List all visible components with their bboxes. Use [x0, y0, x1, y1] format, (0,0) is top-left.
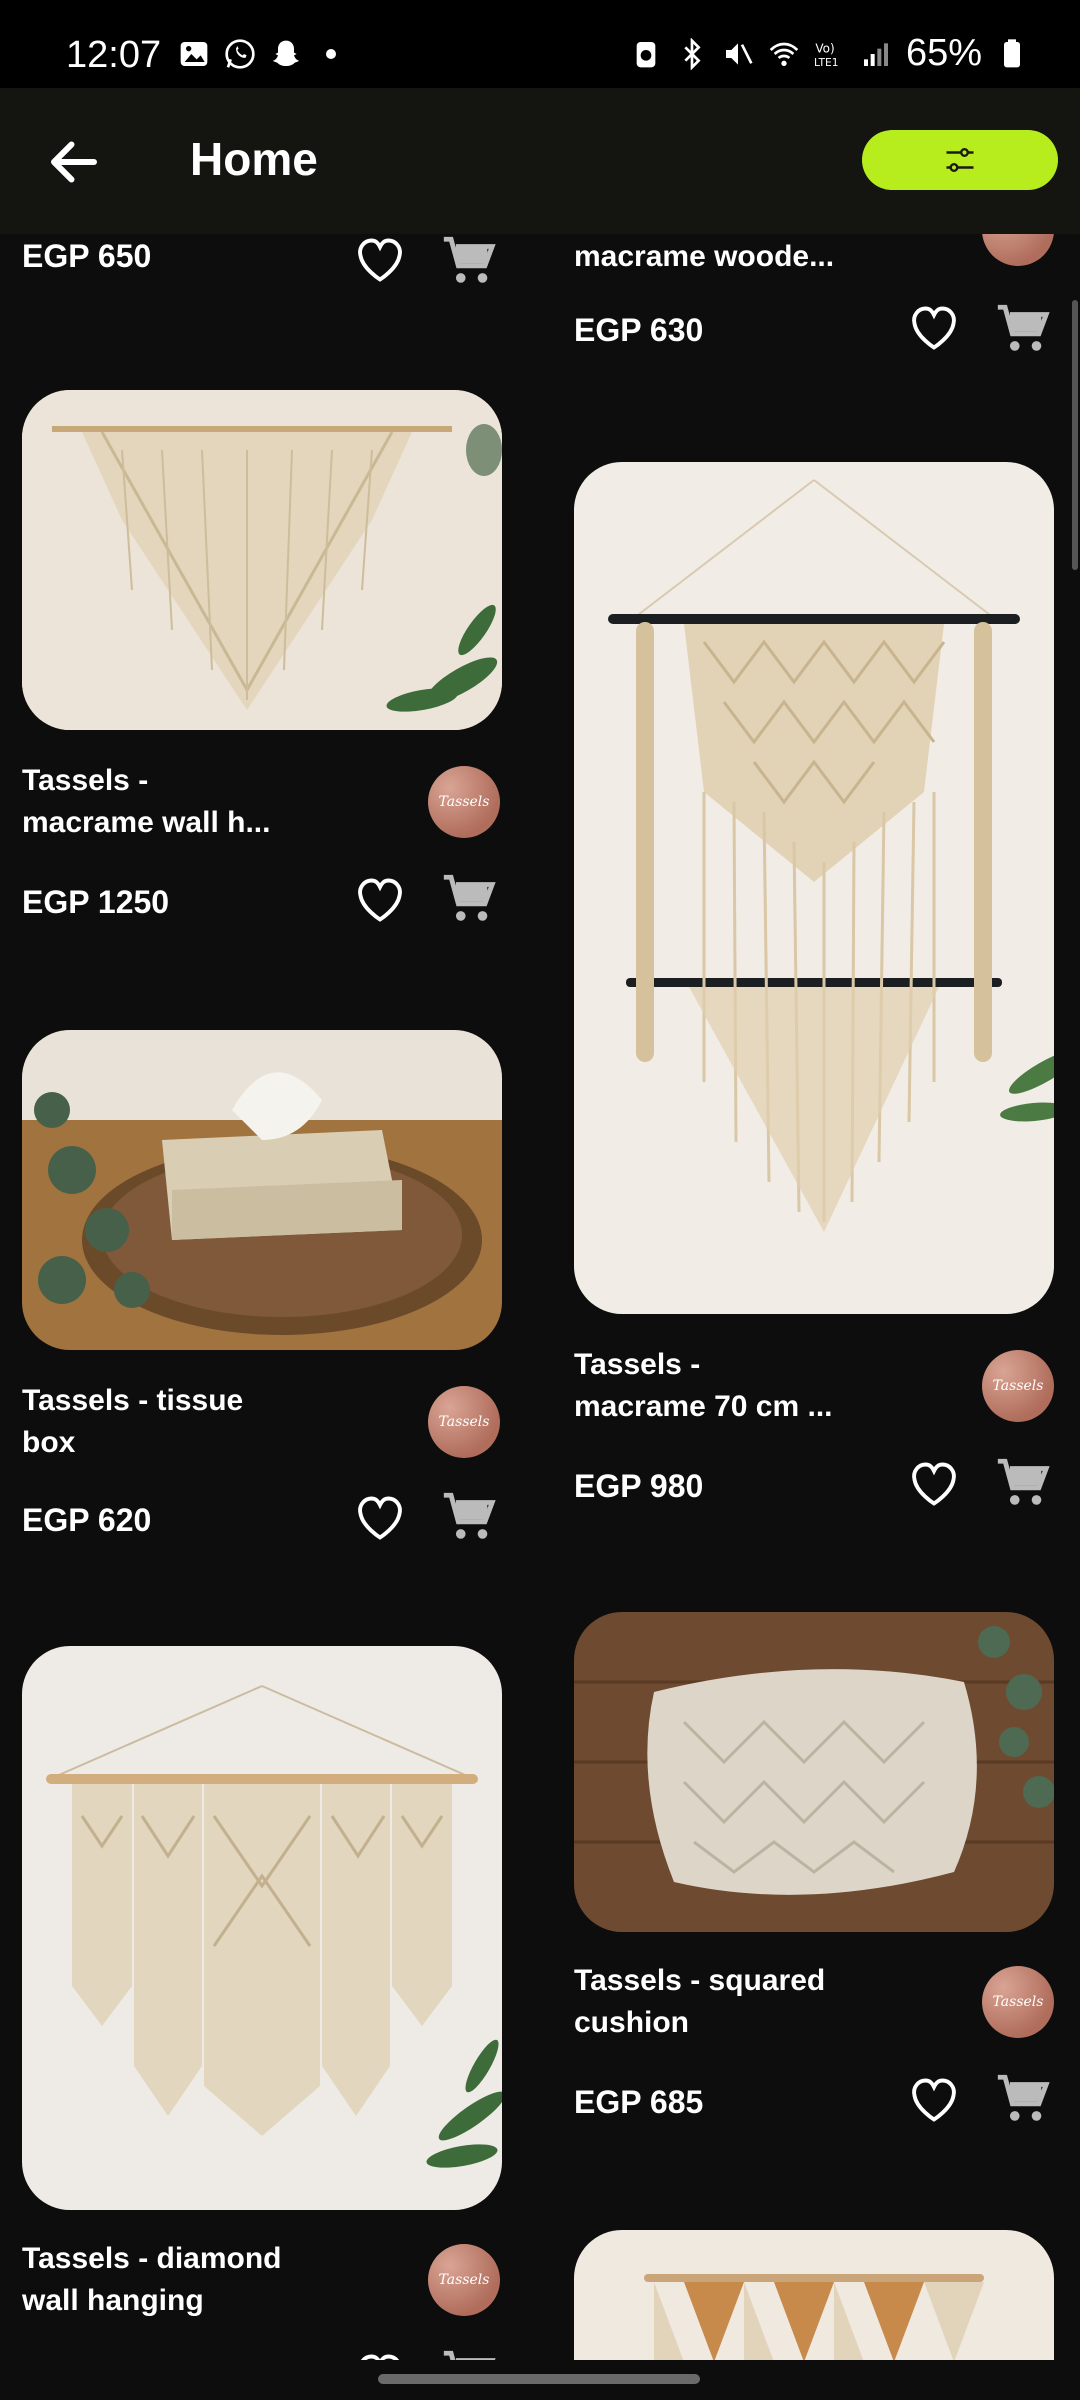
- product-image[interactable]: [22, 390, 502, 730]
- heart-icon[interactable]: [906, 2074, 962, 2126]
- whatsapp-icon: [225, 39, 255, 69]
- product-price: EGP 650: [22, 238, 152, 274]
- status-time: 12:07: [66, 34, 162, 76]
- battery-icon: [1004, 38, 1020, 67]
- shop-avatar[interactable]: Tassels: [428, 1386, 500, 1458]
- cart-icon[interactable]: [992, 2070, 1052, 2128]
- shop-avatar[interactable]: Tassels: [982, 1966, 1054, 2038]
- product-name: Tassels - macrame 70 cm ...: [574, 1344, 874, 1428]
- cart-icon[interactable]: [992, 1454, 1052, 1512]
- page-title: Home: [190, 133, 318, 185]
- svg-text:LTE1: LTE1: [814, 56, 839, 69]
- product-name-line: wall hanging: [22, 2284, 204, 2317]
- heart-icon[interactable]: [906, 1458, 962, 1510]
- product-name-line: Tassels - diamond: [22, 2242, 282, 2275]
- system-icons: Vo) LTE1 65%: [630, 32, 1028, 75]
- product-price: EGP 630: [574, 312, 704, 348]
- scrollbar[interactable]: [1072, 300, 1078, 570]
- product-image[interactable]: [574, 1612, 1054, 1932]
- product-name: Tassels - macrame wall h...: [22, 760, 322, 844]
- product-image[interactable]: [574, 2230, 1054, 2360]
- bluetooth-icon: [684, 37, 701, 70]
- signal-icon: [863, 42, 888, 66]
- battery-percent: 65%: [905, 32, 982, 74]
- product-image[interactable]: [22, 1030, 502, 1350]
- product-image[interactable]: [574, 462, 1054, 1314]
- status-bar: 12:07 Vo) LTE1 65%: [0, 0, 1080, 88]
- product-name-line: cushion: [574, 2006, 690, 2039]
- cart-icon[interactable]: [438, 234, 498, 290]
- heart-icon[interactable]: [352, 2350, 408, 2360]
- product-name-line: macrame 70 cm ...: [574, 1390, 833, 1423]
- product-name-line: Tassels -: [22, 764, 149, 797]
- back-arrow-icon[interactable]: [44, 132, 104, 192]
- heart-icon[interactable]: [906, 302, 962, 354]
- home-indicator[interactable]: [378, 2374, 700, 2384]
- product-price: EGP 980: [574, 1468, 704, 1504]
- shop-avatar-logo: Tassels: [993, 234, 1044, 238]
- product-image[interactable]: [22, 1646, 502, 2210]
- cart-icon[interactable]: [992, 300, 1052, 358]
- cart-icon[interactable]: [438, 1488, 498, 1546]
- product-name-line: Tassels - squared: [574, 1964, 826, 1997]
- heart-icon[interactable]: [352, 874, 408, 926]
- heart-icon[interactable]: [352, 1492, 408, 1544]
- notification-icons: [178, 38, 336, 70]
- shop-avatar-logo: Tassels: [438, 1414, 490, 1430]
- product-name-line: Tassels -: [574, 1348, 701, 1381]
- product-name-line: macrame wall h...: [22, 806, 271, 839]
- gallery-icon: [180, 42, 208, 66]
- svg-text:Vo): Vo): [815, 41, 834, 55]
- cart-icon[interactable]: [438, 2346, 498, 2360]
- shop-avatar-logo: Tassels: [992, 1378, 1044, 1394]
- wifi-icon: [769, 42, 799, 66]
- shop-avatar[interactable]: Tassels: [428, 766, 500, 838]
- product-name-line: Tassels - tissue: [22, 1384, 244, 1417]
- more-notifications-dot: [326, 49, 336, 59]
- product-price: EGP 620: [22, 1502, 152, 1538]
- heart-icon[interactable]: [352, 234, 408, 286]
- app-bar: Home: [0, 88, 1080, 234]
- cart-icon[interactable]: [438, 870, 498, 928]
- product-price: EGP 1250: [22, 884, 170, 920]
- product-name: Tassels - tissue box: [22, 1380, 322, 1464]
- product-name-line: box: [22, 1426, 76, 1459]
- shop-avatar-logo: Tassels: [438, 794, 490, 810]
- product-price: EGP 685: [574, 2084, 704, 2120]
- volte-icon: Vo)LTE1: [814, 41, 839, 69]
- shop-avatar[interactable]: Tassels: [982, 234, 1054, 266]
- sliders-icon: [946, 148, 974, 173]
- mute-icon: [725, 42, 753, 65]
- shop-avatar[interactable]: Tassels: [982, 1350, 1054, 1422]
- shop-avatar-logo: Tassels: [992, 1994, 1044, 2010]
- product-grid: EGP 650 macrame woode... Tassels EGP 630: [0, 234, 1080, 2360]
- shop-avatar[interactable]: Tassels: [428, 2244, 500, 2316]
- filter-button[interactable]: [862, 130, 1058, 190]
- battery-saver-icon: [636, 41, 656, 67]
- product-name: Tassels - squared cushion: [574, 1960, 874, 2044]
- shop-avatar-logo: Tassels: [438, 2272, 490, 2288]
- product-name: Tassels - diamond wall hanging: [22, 2238, 322, 2322]
- snapchat-icon: [272, 40, 300, 66]
- product-name: macrame woode...: [574, 240, 835, 273]
